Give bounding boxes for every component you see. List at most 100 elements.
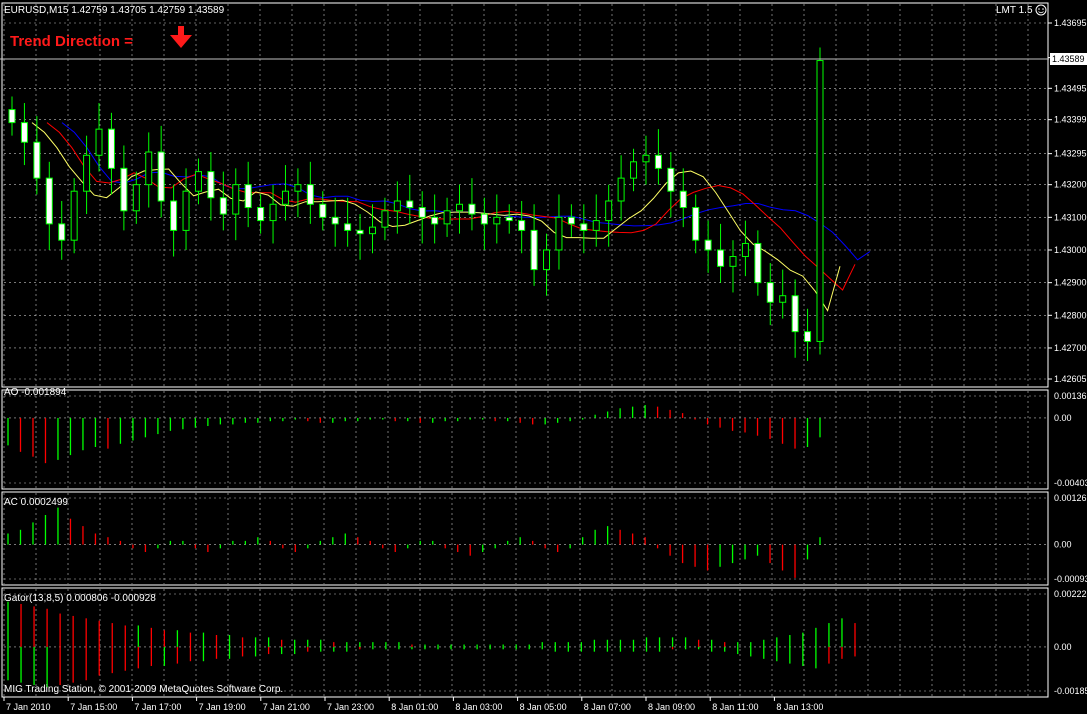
candle-body: [779, 295, 787, 303]
candle-body: [729, 256, 737, 267]
candle-body: [741, 242, 749, 258]
time-tick-label: 8 Jan 03:00: [455, 702, 502, 712]
candle-body: [45, 177, 53, 225]
price-tick-label: 1.42800: [1054, 310, 1087, 320]
indicator-tick-label: 0.00: [1054, 413, 1072, 423]
candle-body: [356, 229, 364, 235]
time-tick-label: 8 Jan 13:00: [776, 702, 823, 712]
candle-body: [20, 122, 28, 143]
price-tick-label: 1.42605: [1054, 374, 1087, 384]
lmt-label: LMT 1.5: [996, 5, 1033, 16]
candle-body: [493, 216, 501, 225]
candle-body: [704, 239, 712, 251]
candle-body: [580, 223, 588, 231]
candle-body: [8, 109, 16, 124]
time-tick-label: 7 Jan 23:00: [327, 702, 374, 712]
gator-label: Gator(13,8,5) 0.000806 -0.000928: [4, 593, 156, 604]
candle-body: [244, 184, 252, 209]
candle-body: [754, 242, 762, 284]
candle-body: [480, 213, 488, 225]
time-tick-label: 8 Jan 09:00: [648, 702, 695, 712]
candle-body: [281, 190, 289, 205]
candle-body: [418, 207, 426, 218]
candle-body: [692, 207, 700, 241]
candle-body: [157, 151, 165, 202]
candle-body: [219, 197, 227, 215]
candle-body: [816, 60, 824, 342]
time-tick-label: 7 Jan 21:00: [263, 702, 310, 712]
indicator-tick-label: 0.00: [1054, 642, 1072, 652]
candle-body: [717, 249, 725, 267]
price-tick-label: 1.43495: [1054, 83, 1087, 93]
candle-body: [232, 184, 240, 215]
candle-body: [257, 207, 265, 222]
price-tick-label: 1.42700: [1054, 343, 1087, 353]
candle-body: [58, 223, 66, 241]
chart-background: [0, 0, 1087, 714]
candle-body: [269, 203, 277, 222]
candle-body: [530, 229, 538, 271]
candle-body: [456, 203, 464, 212]
candle-body: [555, 216, 563, 251]
trend-direction-label: Trend Direction =: [10, 33, 133, 50]
candle-body: [194, 171, 202, 192]
indicator-tick-label: 0.00: [1054, 540, 1072, 550]
candle-body: [70, 190, 78, 241]
symbol-info: EURUSD,M15 1.42759 1.43705 1.42759 1.435…: [4, 5, 225, 16]
price-tick-label: 1.43100: [1054, 212, 1087, 222]
candle-body: [766, 282, 774, 303]
candle-body: [605, 200, 613, 222]
candle-body: [804, 331, 812, 342]
candle-body: [331, 216, 339, 225]
candle-body: [468, 203, 476, 215]
time-tick-label: 7 Jan 15:00: [70, 702, 117, 712]
time-tick-label: 8 Jan 11:00: [712, 702, 758, 712]
ac-label: AC 0.0002499: [4, 497, 68, 508]
price-tick-label: 1.43200: [1054, 180, 1087, 190]
price-tick-label: 1.43000: [1054, 245, 1087, 255]
time-tick-label: 7 Jan 17:00: [134, 702, 181, 712]
candle-body: [95, 128, 103, 156]
indicator-tick-label: -0.00093: [1054, 574, 1087, 584]
candle-body: [182, 190, 190, 231]
time-tick-label: 7 Jan 19:00: [199, 702, 246, 712]
candle-body: [319, 203, 327, 218]
time-tick-label: 8 Jan 01:00: [391, 702, 438, 712]
candle-body: [567, 216, 575, 225]
candle-body: [120, 167, 128, 212]
ao-label: AO -0.001894: [4, 387, 67, 398]
candle-body: [33, 141, 41, 179]
candle-body: [630, 161, 638, 179]
candle-body: [368, 226, 376, 235]
candle-body: [145, 151, 153, 186]
trading-chart[interactable]: 1.43695 1.43495 1.43399 1.43295 1.43200 1.431…: [0, 0, 1087, 714]
indicator-tick-label: 0.00126: [1054, 493, 1087, 503]
candle-body: [518, 220, 526, 231]
current-price-label: 1.43589: [1052, 54, 1085, 64]
price-tick-label: 1.43399: [1054, 115, 1087, 125]
candle-body: [642, 154, 650, 163]
price-tick-label: 1.43295: [1054, 149, 1087, 159]
candle-body: [393, 200, 401, 212]
price-tick-label: 1.43695: [1054, 18, 1087, 28]
candle-body: [107, 128, 115, 169]
indicator-tick-label: -0.00403: [1054, 478, 1087, 488]
price-tick-label: 1.42900: [1054, 278, 1087, 288]
candle-body: [617, 177, 625, 202]
candle-body: [679, 190, 687, 209]
candle-body: [344, 223, 352, 231]
indicator-tick-label: 0.00222: [1054, 589, 1087, 599]
candle-body: [431, 216, 439, 225]
candle-body: [443, 210, 451, 225]
candle-body: [654, 154, 662, 169]
time-tick-label: 7 Jan 2010: [6, 702, 51, 712]
candle-body: [592, 220, 600, 231]
candle-body: [207, 171, 215, 199]
candle-body: [505, 216, 513, 222]
candle-body: [381, 210, 389, 228]
candle-body: [132, 184, 140, 212]
candle-body: [667, 167, 675, 192]
candle-body: [306, 184, 314, 205]
candle-body: [791, 295, 799, 333]
candle-body: [294, 184, 302, 192]
